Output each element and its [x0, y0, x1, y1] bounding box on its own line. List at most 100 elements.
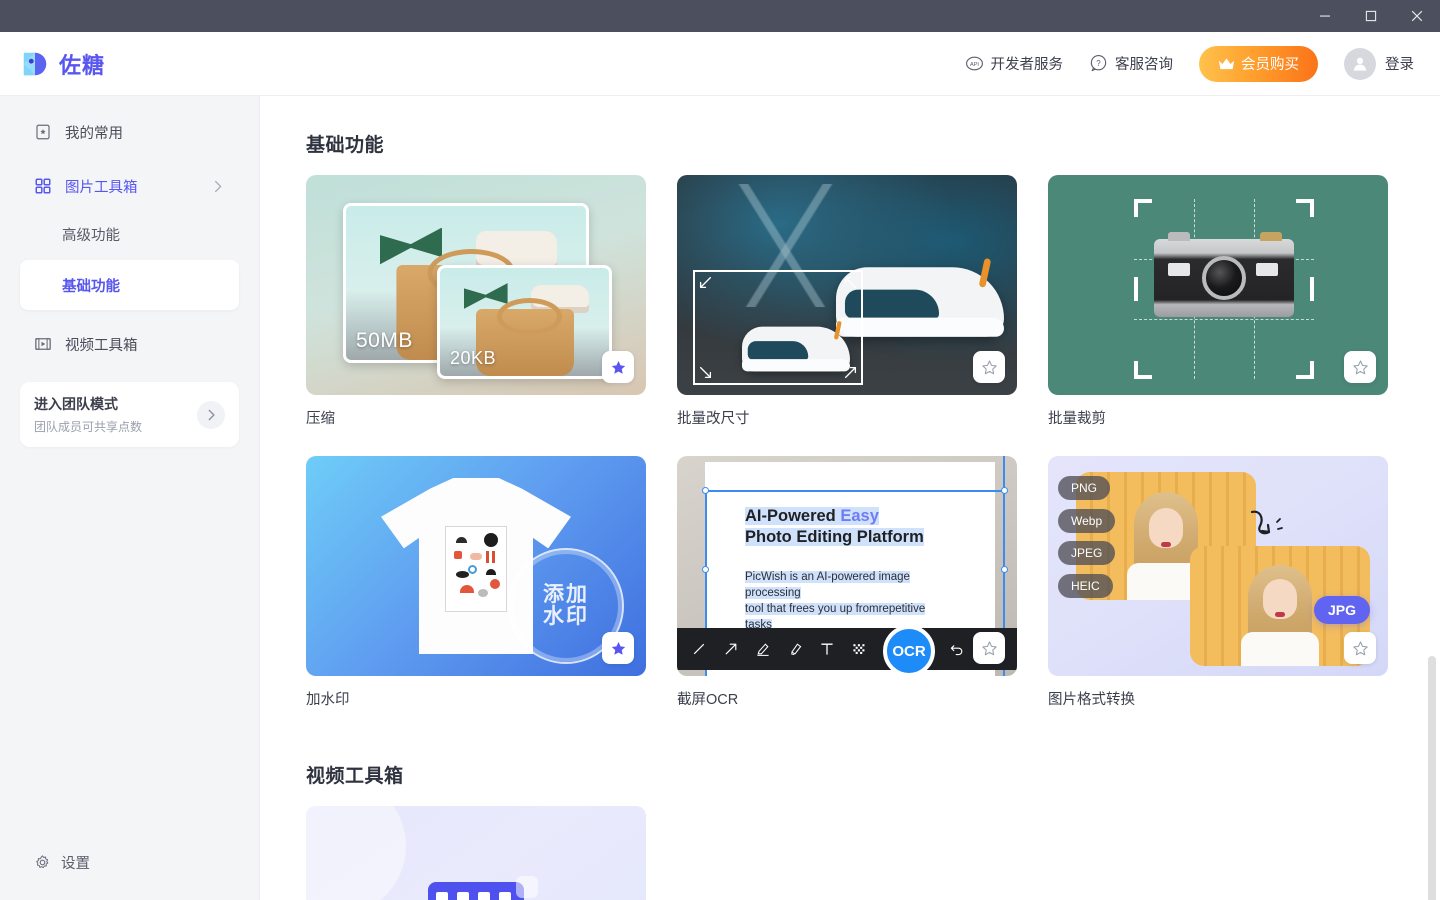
- star-outline-icon: [981, 359, 997, 374]
- avatar: [1344, 47, 1376, 80]
- arrow-tool-icon[interactable]: [723, 641, 739, 657]
- resize-handle-bottom-left-icon: [699, 366, 712, 379]
- window-minimize-button[interactable]: [1302, 0, 1348, 32]
- ocr-action-button[interactable]: OCR: [883, 625, 935, 676]
- highlighter-tool-icon[interactable]: [787, 641, 803, 657]
- text-tool-icon[interactable]: [819, 641, 835, 657]
- brand-logo[interactable]: 佐糖: [20, 48, 105, 80]
- watermark-stamp-text: 添加 水印: [543, 582, 589, 628]
- video-toolbox-card-grid: [306, 806, 1394, 900]
- line-tool-icon[interactable]: [691, 641, 707, 657]
- tool-card-screenshot-ocr-thumbnail: AI-Powered Easy Photo Editing Platform P…: [677, 456, 1017, 676]
- resize-handle-top-right-icon: [844, 276, 857, 289]
- maximize-icon: [1365, 10, 1377, 22]
- format-tag-webp: Webp: [1058, 509, 1116, 533]
- tool-card-batch-resize-thumbnail: [677, 175, 1017, 395]
- star-outline-icon: [1352, 640, 1368, 655]
- camera-viewfinder-decoration: [1168, 263, 1190, 276]
- camera-lens-decoration: [1202, 256, 1246, 300]
- brand-name: 佐糖: [59, 52, 106, 78]
- sidebar-item-basic-features[interactable]: 基础功能: [20, 260, 239, 310]
- format-tag-png: PNG: [1058, 476, 1111, 500]
- favorite-button[interactable]: [1344, 351, 1376, 383]
- compress-preview-small: 20KB: [437, 265, 612, 379]
- sidebar-item-image-toolbox-content: 图片工具箱: [34, 176, 138, 197]
- favorite-button[interactable]: [973, 632, 1005, 664]
- developer-service-label: 开发者服务: [990, 57, 1064, 73]
- mosaic-tool-icon[interactable]: [851, 641, 867, 657]
- sidebar-item-image-toolbox[interactable]: 图片工具箱: [20, 164, 239, 208]
- ocr-heading-line2: Photo Editing Platform: [745, 528, 924, 547]
- vip-purchase-button[interactable]: 会员购买: [1199, 45, 1318, 82]
- support-link[interactable]: ? 客服咨询: [1089, 53, 1173, 74]
- compress-size-before: 50MB: [356, 329, 413, 352]
- ocr-annotation-toolbar: OCR: [677, 625, 1017, 676]
- ocr-heading-part1: AI-Powered: [745, 507, 841, 525]
- video-blob-decoration: [306, 806, 406, 900]
- filmstrip-holes-decoration: [436, 892, 511, 900]
- app-body: 我的常用 图片工具箱 高级功能 基础功能 视频工具箱 进入团队模式 团队成员可共…: [0, 96, 1440, 900]
- ocr-body-line3: tool that frees you up fromrepetitive: [745, 602, 926, 615]
- sidebar-item-my-favorites[interactable]: 我的常用: [20, 110, 239, 154]
- tool-card-screenshot-ocr[interactable]: AI-Powered Easy Photo Editing Platform P…: [677, 456, 1017, 709]
- star-outline-icon: [1352, 359, 1368, 374]
- chevron-right-icon: [215, 180, 222, 192]
- tool-card-batch-resize-label: 批量改尺寸: [677, 411, 750, 427]
- app-shell: 佐糖 API 开发者服务 ? 客服咨询 会员购买 登录 我的常用 图片工具箱 高…: [0, 32, 1440, 900]
- sidebar-item-settings[interactable]: 设置: [20, 842, 239, 882]
- basket-bow-decoration: [463, 283, 508, 310]
- tool-card-batch-resize[interactable]: 批量改尺寸: [677, 175, 1017, 428]
- tshirt-print-decoration: [445, 526, 507, 612]
- section-title-video-toolbox: 视频工具箱: [306, 766, 404, 787]
- team-mode-arrow-button[interactable]: [197, 400, 225, 429]
- vip-purchase-label: 会员购买: [1241, 57, 1299, 73]
- svg-text:API: API: [970, 62, 979, 68]
- camera-decoration: [1154, 232, 1294, 317]
- camera-knob-decoration: [1260, 232, 1282, 241]
- logo-icon: [23, 52, 47, 75]
- ocr-body-line2: processing: [745, 586, 801, 599]
- close-icon: [1411, 10, 1423, 22]
- tool-card-watermark[interactable]: 添加 水印 加水印: [306, 456, 646, 709]
- pen-tool-icon[interactable]: [755, 641, 771, 657]
- user-avatar-icon: [1353, 57, 1367, 71]
- bookmark-icon: [36, 124, 50, 140]
- window-maximize-button[interactable]: [1348, 0, 1394, 32]
- ocr-heading: AI-Powered Easy Photo Editing Platform: [745, 506, 967, 549]
- favorite-button[interactable]: [973, 351, 1005, 383]
- tool-card-batch-crop[interactable]: 批量裁剪: [1048, 175, 1388, 428]
- favorite-button[interactable]: [602, 351, 634, 383]
- team-mode-card[interactable]: 进入团队模式 团队成员可共享点数: [20, 382, 239, 447]
- developer-service-link[interactable]: API 开发者服务: [965, 53, 1064, 74]
- header-actions: API 开发者服务 ? 客服咨询 会员购买 登录: [965, 45, 1414, 82]
- tool-card-video[interactable]: [306, 806, 646, 900]
- main-scrollbar-thumb[interactable]: [1428, 656, 1436, 900]
- ocr-body-line1: PicWish is an AI-powered image: [745, 571, 910, 583]
- sidebar-item-image-toolbox-label: 图片工具箱: [65, 179, 138, 196]
- question-circle-icon: ?: [1090, 55, 1107, 72]
- tool-card-compress[interactable]: 50MB 20KB 压缩: [306, 175, 646, 428]
- tool-card-format-convert-label: 图片格式转换: [1048, 692, 1135, 708]
- sidebar-item-video-toolbox[interactable]: 视频工具箱: [20, 322, 239, 366]
- app-header: 佐糖 API 开发者服务 ? 客服咨询 会员购买 登录: [0, 32, 1440, 96]
- format-output-badge: JPG: [1313, 596, 1370, 624]
- sidebar-item-advanced-features-label: 高级功能: [62, 227, 120, 244]
- tool-card-format-convert[interactable]: PNG Webp JPEG HEIC JPG 图片格式转换: [1048, 456, 1388, 709]
- tool-card-batch-crop-label: 批量裁剪: [1048, 411, 1106, 427]
- team-mode-title: 进入团队模式: [34, 396, 118, 412]
- sidebar-footer: 设置: [0, 842, 259, 900]
- window-close-button[interactable]: [1394, 0, 1440, 32]
- portrait-shirt-decoration: [1241, 631, 1319, 666]
- favorite-button[interactable]: [602, 632, 634, 664]
- ocr-body-text: PicWish is an AI-powered image processin…: [745, 570, 973, 633]
- film-icon: [35, 338, 51, 350]
- login-button[interactable]: 登录: [1344, 47, 1414, 80]
- undo-tool-icon[interactable]: [949, 641, 965, 657]
- format-tag-jpeg: JPEG: [1058, 541, 1116, 565]
- sidebar-item-advanced-features[interactable]: 高级功能: [20, 212, 239, 256]
- camera-viewfinder-decoration: [1256, 263, 1278, 276]
- portrait-lips-decoration: [1275, 611, 1285, 617]
- main-scrollbar[interactable]: [1428, 96, 1436, 900]
- resize-handle-bottom-right-icon: [844, 366, 857, 379]
- favorite-button[interactable]: [1344, 632, 1376, 664]
